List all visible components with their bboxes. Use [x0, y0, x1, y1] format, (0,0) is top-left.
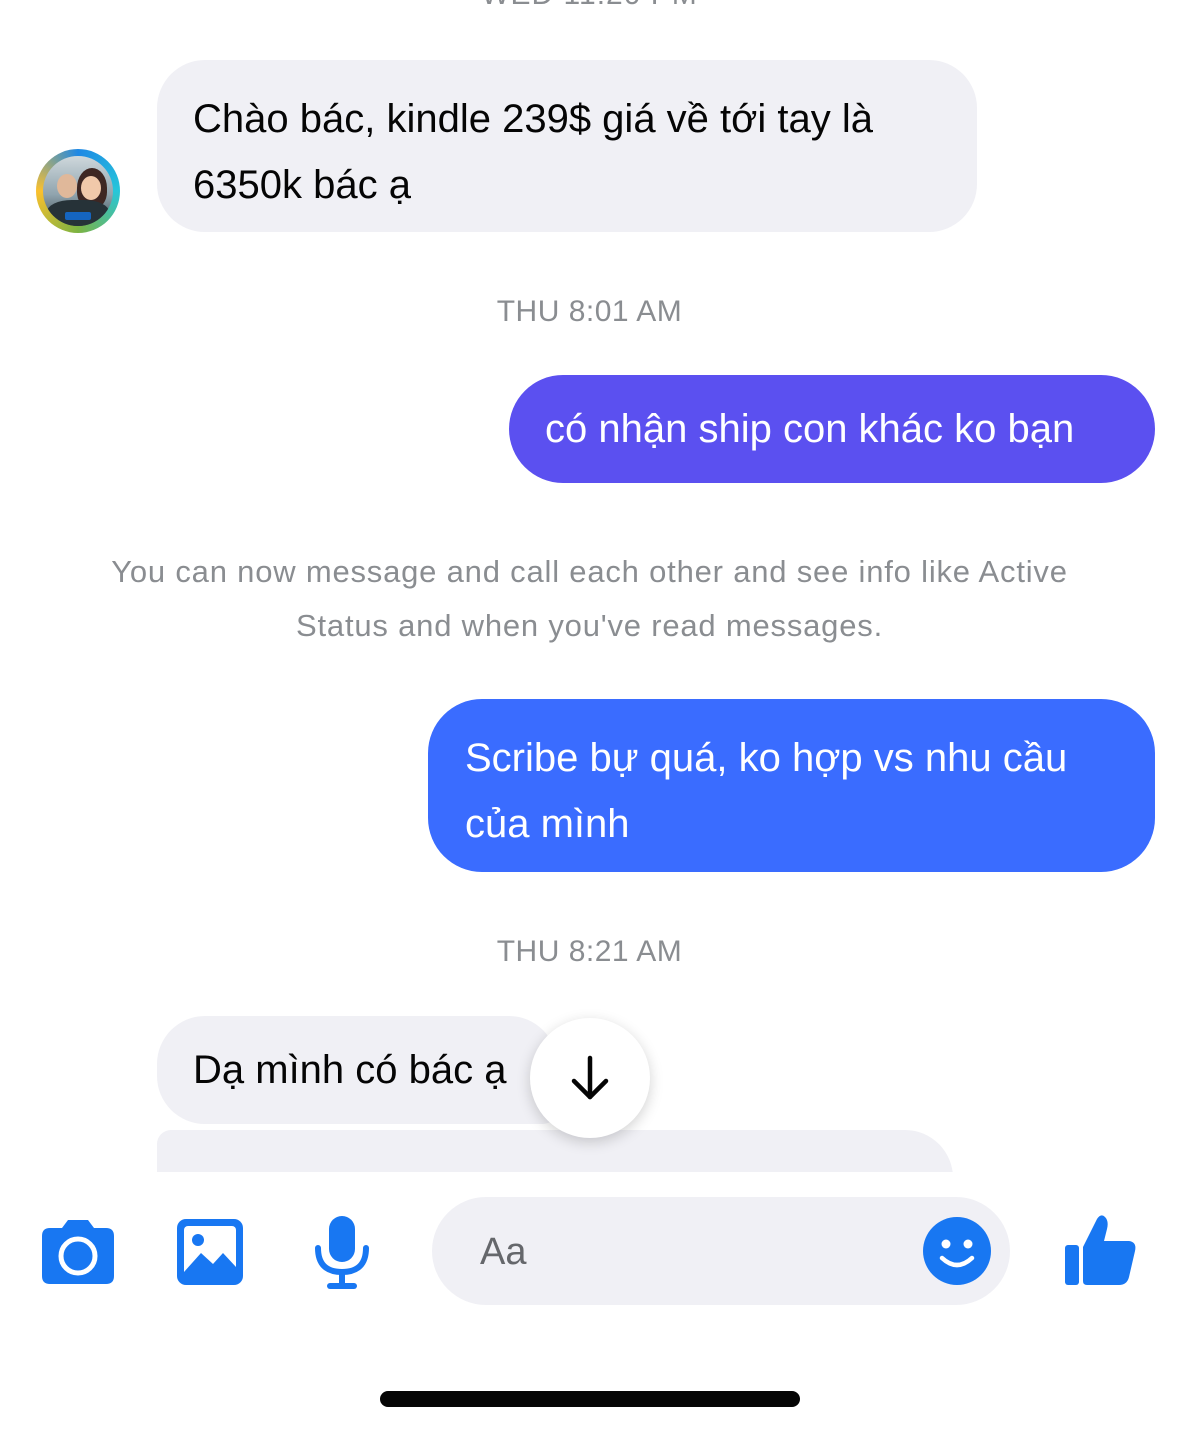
emoji-icon — [923, 1217, 991, 1285]
timestamp: THU 8:01 AM — [496, 295, 683, 328]
outgoing-message-bubble[interactable]: Scribe bự quá, ko hợp vs nhu cầu của mìn… — [428, 699, 1155, 872]
gallery-button[interactable] — [170, 1210, 250, 1294]
like-button[interactable] — [1060, 1208, 1140, 1292]
camera-icon — [42, 1220, 114, 1284]
contact-avatar[interactable] — [36, 149, 120, 233]
scroll-to-bottom-button[interactable] — [530, 1018, 650, 1138]
timestamp: THU 8:21 AM — [496, 935, 683, 968]
message-line: Chào bác, kindle 239$ giá về tới tay là — [193, 97, 873, 141]
incoming-message-bubble[interactable]: Dạ mình có bác ạ — [157, 1016, 557, 1124]
notice-line: Status and when you've read messages. — [296, 608, 883, 643]
message-line: Scribe bự quá, ko hợp vs nhu cầu — [465, 736, 1068, 780]
image-gallery-icon — [177, 1219, 243, 1285]
voice-message-button[interactable] — [302, 1210, 382, 1294]
thumbs-up-icon — [1065, 1215, 1136, 1285]
outgoing-message-bubble[interactable]: có nhận ship con khác ko bạn — [509, 375, 1155, 483]
emoji-button[interactable] — [922, 1216, 992, 1286]
message-input[interactable] — [478, 1217, 902, 1287]
incoming-message-bubble-partial[interactable] — [157, 1130, 953, 1172]
microphone-icon — [315, 1216, 369, 1289]
camera-button[interactable] — [38, 1210, 118, 1294]
notice-line: You can now message and call each other … — [111, 554, 1068, 589]
incoming-message-bubble[interactable]: Chào bác, kindle 239$ giá về tới tay là … — [157, 60, 977, 232]
message-line: Dạ mình có bác ạ — [193, 1048, 507, 1092]
message-input-container[interactable] — [432, 1197, 1010, 1305]
connection-notice: You can now message and call each other … — [40, 545, 1139, 653]
message-line: 6350k bác ạ — [193, 163, 411, 207]
timestamp-top: WED 11:20 PM — [0, 0, 1179, 12]
arrow-down-icon — [571, 1055, 609, 1100]
message-line: của mình — [465, 802, 630, 846]
message-line: có nhận ship con khác ko bạn — [545, 407, 1075, 451]
home-indicator[interactable] — [380, 1391, 800, 1407]
